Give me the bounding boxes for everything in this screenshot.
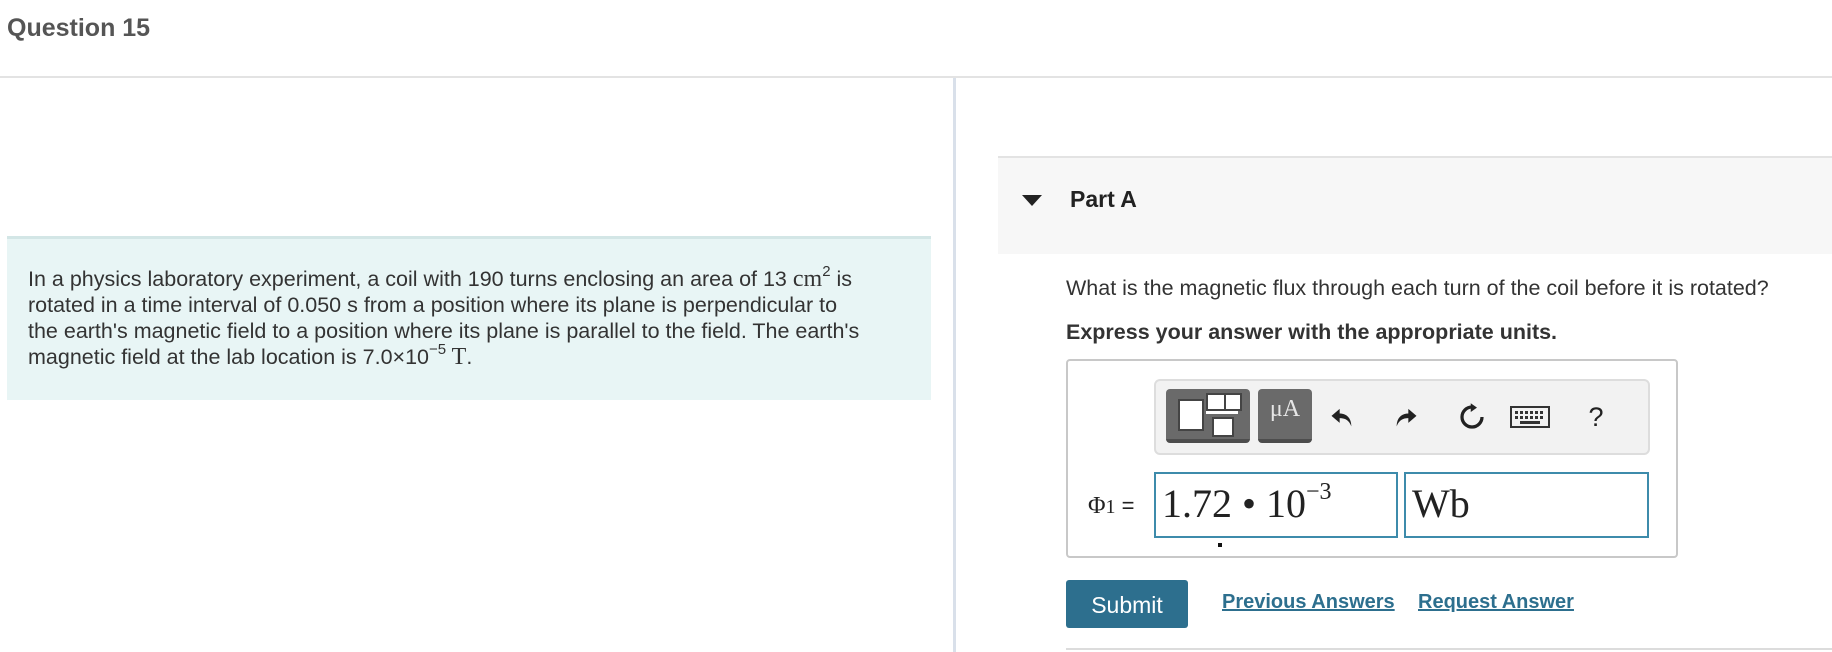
submit-button[interactable]: Submit bbox=[1066, 580, 1188, 628]
part-instruction: Express your answer with the appropriate… bbox=[1066, 320, 1558, 344]
answer-exponent: −3 bbox=[1306, 479, 1332, 505]
column-divider bbox=[953, 78, 956, 652]
undo-icon[interactable] bbox=[1322, 397, 1362, 437]
problem-line-1: In a physics laboratory experiment, a co… bbox=[28, 263, 853, 292]
problem-line-3: the earth's magnetic field to a position… bbox=[28, 319, 860, 343]
part-title: Part A bbox=[1070, 186, 1137, 212]
answer-panel: μA ? Φ1 = 1.72 • 10−3 Wb bbox=[1066, 359, 1678, 558]
answer-label: Φ1 = bbox=[1088, 493, 1135, 519]
problem-statement: In a physics laboratory experiment, a co… bbox=[7, 236, 931, 400]
request-answer-link[interactable]: Request Answer bbox=[1418, 590, 1574, 614]
answer-unit-field[interactable]: Wb bbox=[1404, 472, 1649, 538]
help-icon[interactable]: ? bbox=[1576, 397, 1616, 437]
page: Question 15 In a physics laboratory expe… bbox=[0, 0, 1832, 652]
previous-answers-link[interactable]: Previous Answers bbox=[1222, 590, 1395, 614]
answer-mantissa: 1.72 • 10 bbox=[1162, 481, 1307, 526]
question-title: Question 15 bbox=[7, 14, 151, 42]
keyboard-icon[interactable] bbox=[1510, 397, 1550, 437]
problem-line-2: rotated in a time interval of 0.050 s fr… bbox=[28, 293, 838, 317]
problem-line-4: magnetic field at the lab location is 7.… bbox=[28, 341, 473, 370]
units-button[interactable]: μA bbox=[1258, 389, 1312, 443]
part-a-header[interactable]: Part A bbox=[998, 156, 1832, 254]
templates-button[interactable] bbox=[1166, 389, 1250, 443]
bottom-divider bbox=[1066, 648, 1832, 650]
field-exponent: −5 bbox=[429, 341, 447, 358]
part-question: What is the magnetic flux through each t… bbox=[1066, 276, 1769, 300]
answer-value-field[interactable]: 1.72 • 10−3 bbox=[1154, 472, 1398, 538]
field-unit: T bbox=[446, 344, 467, 370]
collapse-caret-icon[interactable] bbox=[1022, 195, 1042, 206]
math-toolbar: μA ? bbox=[1154, 379, 1650, 455]
header-divider bbox=[0, 76, 1832, 78]
problem-text: In a physics laboratory experiment, a co… bbox=[28, 263, 918, 370]
reset-icon[interactable] bbox=[1452, 397, 1492, 437]
text-cursor bbox=[1218, 543, 1222, 547]
area-unit-exponent: 2 bbox=[822, 263, 831, 280]
redo-icon[interactable] bbox=[1386, 397, 1426, 437]
area-unit: cm bbox=[792, 266, 823, 292]
